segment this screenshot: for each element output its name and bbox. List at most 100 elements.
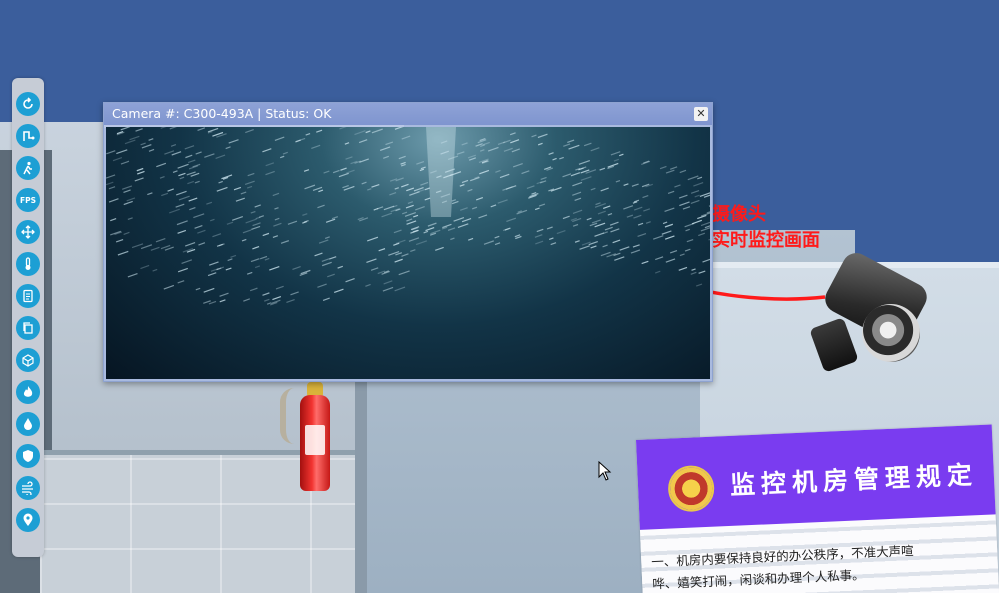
fish-mark bbox=[361, 181, 367, 185]
fish-mark bbox=[126, 197, 136, 202]
temperature-button[interactable] bbox=[16, 252, 40, 276]
fish-mark bbox=[643, 208, 651, 212]
fish-mark bbox=[178, 172, 186, 177]
fish-mark bbox=[645, 221, 651, 224]
fish-mark bbox=[246, 185, 253, 189]
location-button[interactable] bbox=[16, 508, 40, 532]
fish-mark bbox=[212, 233, 222, 238]
fish-mark bbox=[637, 222, 644, 226]
fish-mark bbox=[398, 155, 406, 160]
fish-mark bbox=[604, 226, 613, 231]
fish-mark bbox=[655, 256, 664, 261]
camera-feed-window[interactable]: Camera #: C300-493A | Status: OK ✕ bbox=[103, 102, 713, 382]
poster-title: 监控机房管理规定 bbox=[729, 460, 979, 500]
fish-mark bbox=[325, 218, 336, 223]
wall-pillar bbox=[355, 370, 367, 593]
fish-mark bbox=[461, 179, 469, 184]
fish-mark bbox=[457, 223, 469, 229]
fish-mark bbox=[562, 173, 572, 178]
fish-mark bbox=[687, 175, 699, 181]
fish-mark bbox=[570, 172, 581, 177]
fish-mark bbox=[702, 258, 710, 263]
fish-mark bbox=[187, 180, 195, 185]
fish-mark bbox=[631, 183, 639, 187]
cube-button[interactable] bbox=[16, 348, 40, 372]
security-button[interactable] bbox=[16, 444, 40, 468]
extinguisher-label bbox=[305, 425, 325, 455]
fish-mark bbox=[415, 206, 425, 211]
fish-mark bbox=[140, 244, 153, 250]
fish-mark bbox=[219, 292, 229, 297]
fish-mark bbox=[590, 147, 600, 152]
fish-mark bbox=[342, 184, 349, 189]
popup-titlebar[interactable]: Camera #: C300-493A | Status: OK ✕ bbox=[104, 103, 712, 125]
fish-mark bbox=[274, 136, 285, 141]
fish-mark bbox=[127, 217, 133, 221]
fish-mark bbox=[117, 250, 129, 256]
fish-mark bbox=[538, 203, 546, 207]
fish-mark bbox=[169, 208, 180, 214]
airflow-button[interactable] bbox=[16, 476, 40, 500]
fish-mark bbox=[331, 216, 339, 220]
fish-mark bbox=[626, 214, 634, 218]
document-button[interactable] bbox=[16, 284, 40, 308]
fish-mark bbox=[594, 232, 605, 237]
close-button[interactable]: ✕ bbox=[694, 107, 708, 121]
fish-mark bbox=[664, 223, 674, 228]
fish-mark bbox=[382, 286, 394, 292]
regulation-poster[interactable]: 监控机房管理规定 一、机房内要保持良好的办公秩序，不准大声喧 哗、嬉笑打闹，闲谈… bbox=[636, 424, 999, 593]
move-button[interactable] bbox=[16, 220, 40, 244]
fish-mark bbox=[597, 210, 606, 215]
fish-mark bbox=[460, 207, 468, 211]
fish-mark bbox=[195, 151, 202, 155]
fish-mark bbox=[323, 170, 330, 174]
fish-mark bbox=[659, 165, 667, 170]
fish-mark bbox=[556, 229, 566, 235]
live-video-feed[interactable] bbox=[106, 127, 710, 379]
fish-mark bbox=[589, 222, 598, 227]
water-button[interactable] bbox=[16, 412, 40, 436]
fish-mark bbox=[405, 204, 414, 209]
reset-view-button[interactable] bbox=[16, 92, 40, 116]
fish-mark bbox=[321, 261, 332, 267]
fish-mark bbox=[607, 213, 613, 216]
fish-mark bbox=[665, 258, 676, 263]
fish-mark bbox=[600, 187, 609, 192]
fish-mark bbox=[479, 169, 490, 175]
fish-mark bbox=[402, 211, 408, 215]
fish-mark bbox=[669, 249, 678, 254]
fish-mark bbox=[379, 146, 391, 151]
fish-mark bbox=[340, 167, 347, 171]
fish-mark bbox=[612, 239, 621, 244]
fire-extinguisher[interactable] bbox=[300, 395, 330, 491]
fish-mark bbox=[487, 146, 499, 152]
fish-mark bbox=[548, 152, 554, 156]
fish-mark bbox=[537, 133, 548, 139]
fps-button[interactable]: FPS bbox=[16, 188, 40, 212]
fish-mark bbox=[394, 127, 404, 130]
fish-mark bbox=[147, 192, 153, 196]
fish-school-image bbox=[106, 127, 710, 306]
fish-mark bbox=[700, 221, 710, 227]
fish-mark bbox=[247, 172, 255, 177]
copy-button[interactable] bbox=[16, 316, 40, 340]
fish-mark bbox=[129, 135, 140, 141]
fish-mark bbox=[150, 246, 160, 251]
fish-mark bbox=[572, 209, 583, 214]
walk-mode-button[interactable] bbox=[16, 156, 40, 180]
fish-mark bbox=[578, 159, 591, 165]
fish-mark bbox=[425, 227, 435, 232]
fish-mark bbox=[272, 295, 282, 301]
fish-mark bbox=[140, 142, 146, 146]
fish-mark bbox=[243, 298, 251, 302]
fish-mark bbox=[204, 153, 215, 158]
fish-mark bbox=[206, 201, 213, 205]
fish-mark bbox=[177, 267, 188, 273]
fish-mark bbox=[148, 138, 154, 141]
fish-mark bbox=[226, 221, 234, 225]
fish-mark bbox=[123, 189, 131, 194]
fire-button[interactable] bbox=[16, 380, 40, 404]
route-button[interactable] bbox=[16, 124, 40, 148]
fish-mark bbox=[534, 207, 540, 211]
fish-mark bbox=[394, 286, 406, 292]
